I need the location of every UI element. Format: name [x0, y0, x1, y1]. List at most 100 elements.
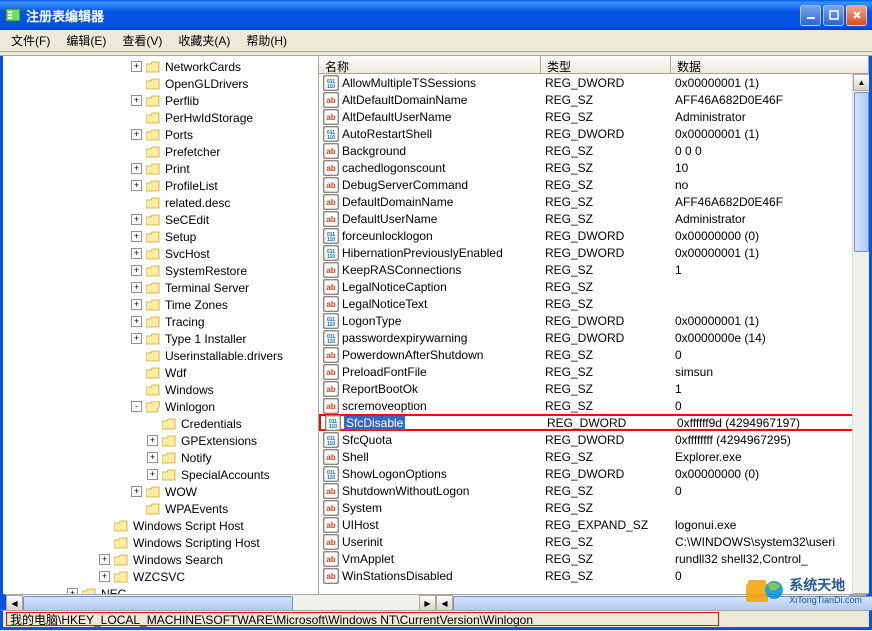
menu-favorites[interactable]: 收藏夹(A) [170, 30, 238, 51]
list-row[interactable]: abReportBootOkREG_SZ1 [319, 380, 869, 397]
tree-node[interactable]: + Perflib [3, 92, 318, 109]
list-row[interactable]: 011110HibernationPreviouslyEnabledREG_DW… [319, 244, 869, 261]
tree-label[interactable]: WZCSVC [131, 570, 187, 584]
tree-node[interactable]: +WOW [3, 483, 318, 500]
tree-label[interactable]: Wdf [163, 366, 188, 380]
tree-label[interactable]: Windows Script Host [131, 519, 246, 533]
tree-node[interactable]: +Notify [3, 449, 318, 466]
tree-label[interactable]: related.desc [163, 196, 232, 210]
tree-node[interactable]: + Ports [3, 126, 318, 143]
expander-icon[interactable]: + [131, 231, 142, 242]
tree-label[interactable]: Winlogon [163, 400, 217, 414]
list-row[interactable]: 011110SfcDisableREG_DWORD0xffffff9d (429… [319, 414, 869, 431]
expander-icon[interactable]: + [147, 469, 158, 480]
tree-label[interactable]: Print [163, 162, 192, 176]
col-name[interactable]: 名称 [319, 56, 541, 73]
tree-node[interactable]: Windows [3, 381, 318, 398]
tree-label[interactable]: NetworkCards [163, 60, 243, 74]
expander-icon[interactable]: + [131, 333, 142, 344]
list-row[interactable]: abAltDefaultUserNameREG_SZAdministrator [319, 108, 869, 125]
tree-label[interactable]: Tracing [163, 315, 207, 329]
tree-node[interactable]: Wdf [3, 364, 318, 381]
menu-file[interactable]: 文件(F) [3, 30, 58, 51]
list-row[interactable]: abscremoveoptionREG_SZ0 [319, 397, 869, 414]
tree-label[interactable]: SystemRestore [163, 264, 249, 278]
expander-icon[interactable]: + [131, 265, 142, 276]
tree-node[interactable]: +Type 1 Installer [3, 330, 318, 347]
list-row[interactable]: abKeepRASConnectionsREG_SZ1 [319, 261, 869, 278]
tree-label[interactable]: WPAEvents [163, 502, 230, 516]
tree-node[interactable]: WPAEvents [3, 500, 318, 517]
tree-node[interactable]: Prefetcher [3, 143, 318, 160]
tree-node[interactable]: + SeCEdit [3, 211, 318, 228]
list-row[interactable]: abShellREG_SZExplorer.exe [319, 448, 869, 465]
expander-icon[interactable]: + [147, 452, 158, 463]
list-row[interactable]: abUIHostREG_EXPAND_SZlogonui.exe [319, 516, 869, 533]
list-row[interactable]: abDebugServerCommandREG_SZno [319, 176, 869, 193]
minimize-button[interactable] [800, 5, 821, 26]
tree-node[interactable]: PerHwIdStorage [3, 109, 318, 126]
tree-node[interactable]: + SvcHost [3, 245, 318, 262]
list-row[interactable]: abAltDefaultDomainNameREG_SZAFF46A682D0E… [319, 91, 869, 108]
tree-label[interactable]: Prefetcher [163, 145, 222, 159]
list-row[interactable]: 011110AllowMultipleTSSessionsREG_DWORD0x… [319, 74, 869, 91]
expander-icon[interactable]: + [131, 163, 142, 174]
vertical-scrollbar[interactable]: ▲ ▼ [852, 74, 869, 610]
tree-node[interactable]: +Windows Search [3, 551, 318, 568]
col-type[interactable]: 类型 [541, 56, 671, 73]
tree-label[interactable]: Setup [163, 230, 198, 244]
maximize-button[interactable] [823, 5, 844, 26]
tree-label[interactable]: Ports [163, 128, 195, 142]
scroll-up-button[interactable]: ▲ [853, 74, 869, 91]
tree-node[interactable]: OpenGLDrivers [3, 75, 318, 92]
tree-panel[interactable]: + NetworkCards OpenGLDrivers + Perflib PerHwI… [3, 56, 319, 610]
close-button[interactable] [846, 5, 867, 26]
tree-node[interactable]: + GPExtensions [3, 432, 318, 449]
expander-icon[interactable]: + [131, 282, 142, 293]
tree-label[interactable]: WOW [163, 485, 199, 499]
tree-label[interactable]: OpenGLDrivers [163, 77, 250, 91]
expander-icon[interactable]: + [147, 435, 158, 446]
tree-label[interactable]: SeCEdit [163, 213, 211, 227]
list-row[interactable]: abcachedlogonscountREG_SZ10 [319, 159, 869, 176]
list-row[interactable]: abLegalNoticeCaptionREG_SZ [319, 278, 869, 295]
tree-label[interactable]: SvcHost [163, 247, 212, 261]
list-row[interactable]: abPowerdownAfterShutdownREG_SZ0 [319, 346, 869, 363]
menu-view[interactable]: 查看(V) [114, 30, 170, 51]
expander-icon[interactable]: + [131, 316, 142, 327]
list-row[interactable]: abShutdownWithoutLogonREG_SZ0 [319, 482, 869, 499]
scroll-thumb[interactable] [854, 92, 869, 252]
list-row[interactable]: abDefaultDomainNameREG_SZAFF46A682D0E46F [319, 193, 869, 210]
col-data[interactable]: 数据 [671, 56, 869, 73]
tree-node[interactable]: Credentials [3, 415, 318, 432]
tree-label[interactable]: PerHwIdStorage [163, 111, 255, 125]
tree-node[interactable]: Windows Script Host [3, 517, 318, 534]
list-panel[interactable]: 名称 类型 数据 011110AllowMultipleTSSessionsRE… [319, 56, 869, 610]
list-row[interactable]: abPreloadFontFileREG_SZsimsun [319, 363, 869, 380]
tree-label[interactable]: Terminal Server [163, 281, 251, 295]
list-row[interactable]: abSystemREG_SZ [319, 499, 869, 516]
expander-icon[interactable]: + [99, 571, 110, 582]
expander-icon[interactable]: + [131, 248, 142, 259]
tree-node[interactable]: + ProfileList [3, 177, 318, 194]
list-row[interactable]: abUserinitREG_SZC:\WINDOWS\system32\user… [319, 533, 869, 550]
tree-node[interactable]: + Tracing [3, 313, 318, 330]
list-row[interactable]: 011110passwordexpirywarningREG_DWORD0x00… [319, 329, 869, 346]
tree-node[interactable]: + Print [3, 160, 318, 177]
tree-node[interactable]: Userinstallable.drivers [3, 347, 318, 364]
list-row[interactable]: abDefaultUserNameREG_SZAdministrator [319, 210, 869, 227]
list-row[interactable]: 011110SfcQuotaREG_DWORD0xffffffff (42949… [319, 431, 869, 448]
horizontal-scrollbar[interactable]: ◀ ▶ ◀ ▶ [3, 594, 869, 611]
tree-node[interactable]: + Terminal Server [3, 279, 318, 296]
tree-label[interactable]: GPExtensions [179, 434, 259, 448]
tree-node[interactable]: +Time Zones [3, 296, 318, 313]
expander-icon[interactable]: + [131, 180, 142, 191]
list-row[interactable]: 011110LogonTypeREG_DWORD0x00000001 (1) [319, 312, 869, 329]
list-row[interactable]: 011110AutoRestartShellREG_DWORD0x0000000… [319, 125, 869, 142]
tree-label[interactable]: Windows [163, 383, 216, 397]
expander-icon[interactable]: + [131, 95, 142, 106]
tree-label[interactable]: ProfileList [163, 179, 220, 193]
expander-icon[interactable]: + [131, 214, 142, 225]
expander-icon[interactable]: + [131, 129, 142, 140]
tree-label[interactable]: Perflib [163, 94, 201, 108]
